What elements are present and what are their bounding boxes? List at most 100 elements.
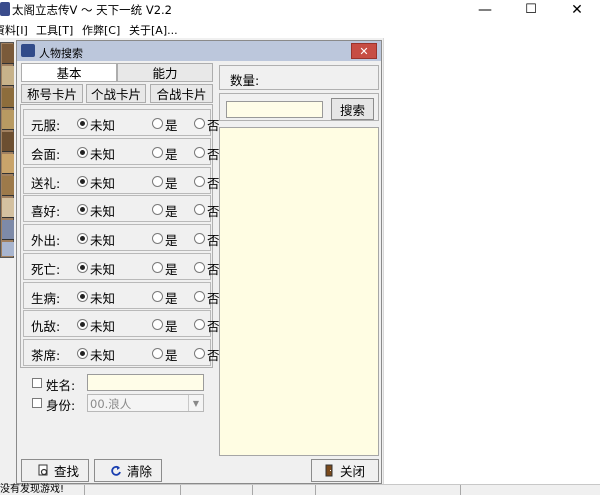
dialog-icon <box>21 44 35 57</box>
chevron-down-icon[interactable]: ▼ <box>188 395 203 411</box>
radio-no[interactable] <box>194 204 205 215</box>
filter-row: 茶席: 未知 是 否 <box>23 339 220 366</box>
radio-yes[interactable] <box>152 291 163 302</box>
portrait-icon[interactable] <box>2 154 14 174</box>
radio-no[interactable] <box>194 176 205 187</box>
radio-unknown[interactable] <box>77 233 88 244</box>
radio-yes[interactable] <box>152 176 163 187</box>
clear-button-label: 清除 <box>127 464 153 479</box>
filter-row: 会面: 未知 是 否 <box>23 138 220 165</box>
portrait-icon[interactable] <box>2 132 14 152</box>
radio-no[interactable] <box>194 118 205 129</box>
radio-yes[interactable] <box>152 147 163 158</box>
menu-cheat[interactable]: 作弊[C] <box>82 22 120 38</box>
radio-label: 是 <box>165 348 178 363</box>
name-field[interactable] <box>87 374 204 391</box>
radio-label: 是 <box>165 118 178 133</box>
radio-yes[interactable] <box>152 118 163 129</box>
radio-no[interactable] <box>194 348 205 359</box>
find-button-label: 查找 <box>54 464 80 479</box>
radio-yes[interactable] <box>152 262 163 273</box>
radio-label: 否 <box>207 291 220 306</box>
radio-no[interactable] <box>194 319 205 330</box>
radio-yes[interactable] <box>152 233 163 244</box>
menu-data[interactable]: 資料[I] <box>0 22 28 38</box>
radio-no[interactable] <box>194 147 205 158</box>
radio-unknown[interactable] <box>77 176 88 187</box>
portrait-icon[interactable] <box>2 176 14 196</box>
status-bar <box>0 484 600 495</box>
portrait-icon[interactable] <box>2 88 14 108</box>
radio-label: 未知 <box>90 147 116 162</box>
radio-label: 否 <box>207 204 220 219</box>
filter-row-label: 喜好: <box>31 204 61 219</box>
filter-row-label: 外出: <box>31 233 61 248</box>
portrait-toolbar <box>0 42 14 258</box>
radio-label: 否 <box>207 118 220 133</box>
radio-label: 否 <box>207 348 220 363</box>
search-input[interactable] <box>226 101 323 118</box>
tab-title-card[interactable]: 称号卡片 <box>21 84 83 103</box>
radio-label: 否 <box>207 262 220 277</box>
radio-unknown[interactable] <box>77 204 88 215</box>
radio-yes[interactable] <box>152 348 163 359</box>
portrait-icon[interactable] <box>2 220 14 240</box>
refresh-icon <box>111 465 121 476</box>
radio-yes[interactable] <box>152 204 163 215</box>
close-dialog-button[interactable]: 关闭 <box>311 459 379 482</box>
portrait-icon[interactable] <box>2 110 14 130</box>
radio-label: 未知 <box>90 233 116 248</box>
menu-tools[interactable]: 工具[T] <box>36 22 73 38</box>
radio-label: 否 <box>207 176 220 191</box>
identity-select[interactable]: 00.浪人 ▼ <box>87 394 204 412</box>
filter-row-label: 送礼: <box>31 176 61 191</box>
tab-basic[interactable]: 基本 <box>21 63 117 82</box>
portrait-icon[interactable] <box>2 242 14 256</box>
clear-button[interactable]: 清除 <box>94 459 162 482</box>
radio-label: 未知 <box>90 348 116 363</box>
status-divider <box>315 485 316 495</box>
tab-ability[interactable]: 能力 <box>117 63 213 82</box>
filter-row-label: 死亡: <box>31 262 61 277</box>
app-icon <box>0 2 10 16</box>
radio-no[interactable] <box>194 291 205 302</box>
filter-row-label: 仇敌: <box>31 319 61 334</box>
portrait-icon[interactable] <box>2 44 14 64</box>
filter-row-label: 生病: <box>31 291 61 306</box>
radio-unknown[interactable] <box>77 348 88 359</box>
tab-battle-card[interactable]: 合战卡片 <box>150 84 213 103</box>
name-checkbox[interactable] <box>32 378 42 388</box>
radio-unknown[interactable] <box>77 147 88 158</box>
search-button[interactable]: 搜索 <box>331 98 374 120</box>
menu-about[interactable]: 关于[A]... <box>129 22 178 38</box>
radio-no[interactable] <box>194 233 205 244</box>
maximize-button[interactable]: ☐ <box>508 0 554 19</box>
close-window-button[interactable]: ✕ <box>554 0 600 19</box>
filter-row: 送礼: 未知 是 否 <box>23 167 220 194</box>
portrait-icon[interactable] <box>2 66 14 86</box>
radio-unknown[interactable] <box>77 262 88 273</box>
result-list[interactable] <box>219 127 379 456</box>
radio-label: 未知 <box>90 262 116 277</box>
tab-duel-card[interactable]: 个战卡片 <box>86 84 146 103</box>
dialog-close-button[interactable]: ✕ <box>351 43 377 59</box>
radio-unknown[interactable] <box>77 118 88 129</box>
radio-label: 未知 <box>90 204 116 219</box>
radio-label: 否 <box>207 233 220 248</box>
radio-unknown[interactable] <box>77 319 88 330</box>
filter-row: 生病: 未知 是 否 <box>23 282 220 309</box>
portrait-icon[interactable] <box>2 198 14 218</box>
door-icon <box>325 464 333 477</box>
minimize-button[interactable]: — <box>462 0 508 19</box>
radio-unknown[interactable] <box>77 291 88 302</box>
identity-label: 身份: <box>46 398 76 413</box>
radio-label: 是 <box>165 291 178 306</box>
find-button[interactable]: 查找 <box>21 459 89 482</box>
radio-yes[interactable] <box>152 319 163 330</box>
dialog-title: 人物搜索 <box>39 47 83 60</box>
radio-label: 是 <box>165 233 178 248</box>
radio-no[interactable] <box>194 262 205 273</box>
identity-checkbox[interactable] <box>32 398 42 408</box>
close-dialog-button-label: 关闭 <box>340 464 366 479</box>
filter-row: 外出: 未知 是 否 <box>23 224 220 251</box>
